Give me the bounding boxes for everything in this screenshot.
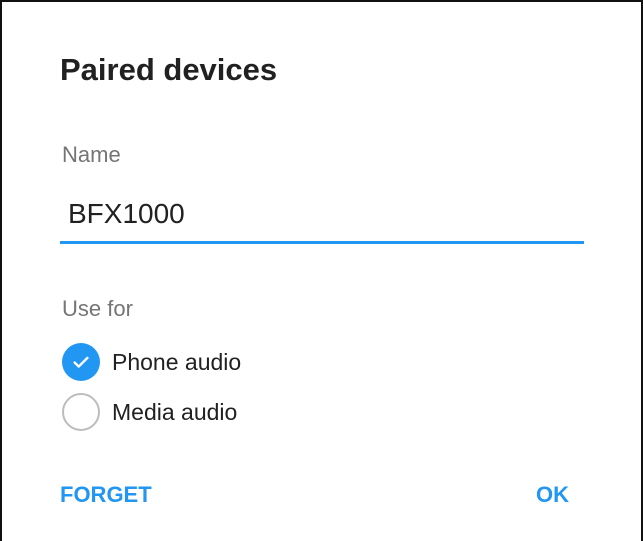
check-icon (62, 343, 100, 381)
media-audio-checkbox[interactable]: Media audio (62, 392, 322, 432)
ok-button[interactable]: OK (534, 480, 571, 510)
paired-devices-dialog: Paired devices Name Use for Phone audio … (0, 0, 643, 541)
dialog-title: Paired devices (60, 52, 278, 87)
forget-button[interactable]: FORGET (58, 480, 154, 510)
phone-audio-label: Phone audio (112, 348, 242, 375)
name-label: Name (62, 142, 121, 167)
device-name-input[interactable] (60, 192, 584, 244)
phone-audio-checkbox[interactable]: Phone audio (62, 342, 322, 382)
empty-circle-icon (62, 393, 100, 431)
use-for-label: Use for (62, 296, 133, 321)
media-audio-label: Media audio (112, 398, 238, 425)
